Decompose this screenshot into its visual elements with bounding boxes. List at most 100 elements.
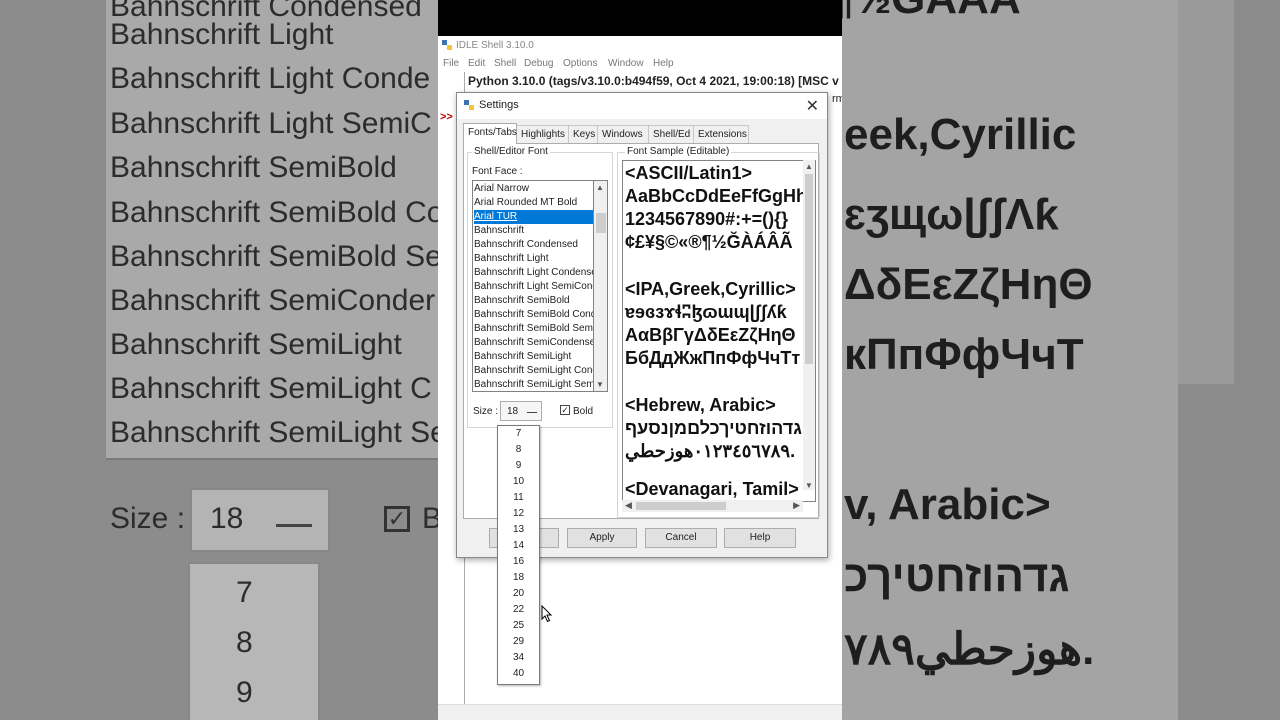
size-dropdown-menu: 7 8 9 10 11 12 13 14 16 18 20 22 25 29 3… <box>497 425 540 685</box>
bg-font-line: Bahnschrift SemiBold Co <box>110 196 438 229</box>
menu-file[interactable]: File <box>443 58 459 69</box>
font-list-scrollbar[interactable]: ▲ ▼ <box>594 180 608 392</box>
sample-vertical-scrollbar[interactable]: ▲ ▼ <box>803 160 815 490</box>
font-list-item[interactable]: Bahnschrift Light SemiCondensed <box>474 280 593 294</box>
scrollbar-thumb[interactable] <box>636 502 726 510</box>
font-list-item[interactable]: Bahnschrift SemiBold Condensed <box>474 308 593 322</box>
size-option[interactable]: 10 <box>498 474 539 490</box>
bg-font-line: Bahnschrift Light <box>110 18 334 51</box>
scrollbar-thumb[interactable] <box>805 174 813 364</box>
size-option[interactable]: 11 <box>498 490 539 506</box>
font-list-item[interactable]: Bahnschrift SemiLight Condensed <box>474 364 593 378</box>
font-list-item[interactable]: Arial Rounded MT Bold <box>474 196 593 210</box>
font-list-item[interactable]: Bahnschrift SemiCondensed <box>474 336 593 350</box>
size-option[interactable]: 7 <box>498 426 539 442</box>
sample-line: ¢£¥§©«®¶½ĞÀÁÂÃ <box>625 232 793 252</box>
tab-windows[interactable]: Windows <box>597 125 649 143</box>
feather-icon <box>464 100 474 110</box>
scroll-down-icon[interactable]: ▼ <box>596 380 604 389</box>
shell-status-bar <box>438 704 842 720</box>
font-list-item[interactable]: Bahnschrift SemiBold <box>474 294 593 308</box>
help-button[interactable]: Help <box>724 528 796 548</box>
tab-shell-ed[interactable]: Shell/Ed <box>648 125 694 143</box>
cancel-button[interactable]: Cancel <box>645 528 717 548</box>
size-option[interactable]: 29 <box>498 634 539 650</box>
bg-checkbox-icon: ✓ <box>384 506 410 532</box>
size-option[interactable]: 18 <box>498 570 539 586</box>
menu-options[interactable]: Options <box>563 58 597 69</box>
bg-font-line: Bahnschrift SemiBold Se <box>110 240 438 273</box>
sample-line: ٠١٢٣٤٥٦٧٨٩هوزحطي. <box>625 441 796 461</box>
size-option[interactable]: 25 <box>498 618 539 634</box>
scroll-up-icon[interactable]: ▲ <box>805 162 813 171</box>
bg-sample-line: هوزحطي٧٨٩. <box>844 625 1095 674</box>
size-option[interactable]: 14 <box>498 538 539 554</box>
background-zoom-right: ¶½ĞÀÁÂ eek,Cyrillic ɛʒщωɭʃʃɅƙ ΔδΕεΖζΗηΘ … <box>842 0 1280 720</box>
mouse-cursor-icon <box>541 605 553 623</box>
menu-window[interactable]: Window <box>608 58 644 69</box>
size-option[interactable]: 12 <box>498 506 539 522</box>
size-option[interactable]: 34 <box>498 650 539 666</box>
tab-highlights[interactable]: Highlights <box>516 125 569 143</box>
top-black-bar <box>438 0 842 36</box>
menu-edit[interactable]: Edit <box>468 58 485 69</box>
font-list-item[interactable]: Bahnschrift Light <box>474 252 593 266</box>
bg-dropdown <box>188 562 320 720</box>
size-option[interactable]: 9 <box>498 458 539 474</box>
font-list-item[interactable]: Bahnschrift SemiLight SemiCondensed <box>474 378 593 391</box>
bg-font-line: Bahnschrift SemiLight <box>110 328 402 361</box>
bg-size-indicator <box>276 518 312 527</box>
bg-sample-line: גדהוזחטיךכ <box>844 552 1070 601</box>
font-list-item[interactable]: Bahnschrift <box>474 224 593 238</box>
menu-shell[interactable]: Shell <box>494 58 516 69</box>
size-option[interactable]: 16 <box>498 554 539 570</box>
font-sample-text[interactable]: <ASCII/Latin1> AaBbCcDdEeFfGgHh 12345678… <box>622 160 816 502</box>
font-list-item[interactable]: Arial Narrow <box>474 182 593 196</box>
size-option[interactable]: 8 <box>498 442 539 458</box>
sample-line: <Devanagari, Tamil> <box>625 479 799 499</box>
font-list-item-selected[interactable]: Arial TUR <box>474 210 593 224</box>
menu-help[interactable]: Help <box>653 58 674 69</box>
apply-button[interactable]: Apply <box>567 528 637 548</box>
bg-sample-line: v, Arabic> <box>844 480 1051 529</box>
sample-line: <IPA,Greek,Cyrillic> <box>625 279 796 299</box>
sample-horizontal-scrollbar[interactable]: ◀ ▶ <box>622 500 803 512</box>
idle-menubar: File Edit Shell Debug Options Window Hel… <box>438 56 842 72</box>
size-option[interactable]: 20 <box>498 586 539 602</box>
bg-font-line: Bahnschrift SemiConder <box>110 284 436 317</box>
shell-prompt: >> <box>440 111 453 123</box>
font-list-item[interactable]: Bahnschrift SemiLight <box>474 350 593 364</box>
size-option[interactable]: 40 <box>498 666 539 682</box>
font-sample-frame-label: Font Sample (Editable) <box>625 146 732 157</box>
bg-font-line: Bahnschrift Light Conde <box>110 62 431 95</box>
font-list-item[interactable]: Bahnschrift Condensed <box>474 238 593 252</box>
scroll-up-icon[interactable]: ▲ <box>596 183 604 192</box>
menu-debug[interactable]: Debug <box>524 58 553 69</box>
shell-text-fragment: rma <box>832 93 842 105</box>
bold-checkbox[interactable]: ✓ <box>560 405 570 415</box>
bg-sample-line: кПпФфЧчТ <box>844 330 1084 379</box>
idle-title-bar: IDLE Shell 3.10.0 <box>438 36 842 56</box>
bg-font-line: Bahnschrift Light SemiC <box>110 107 432 140</box>
sample-line: БбДдЖжПпФфЧчТт <box>625 348 801 368</box>
close-icon[interactable]: ✕ <box>806 96 819 116</box>
bg-font-line: Bahnschrift SemiLight Se <box>110 416 438 449</box>
tab-keys[interactable]: Keys <box>568 125 598 143</box>
bg-drop-item: 9 <box>236 676 253 709</box>
font-list-item[interactable]: Bahnschrift SemiBold SemiCondensed <box>474 322 593 336</box>
bg-sample-line: eek,Cyrillic <box>844 110 1077 159</box>
scrollbar-thumb[interactable] <box>596 213 606 233</box>
scroll-left-icon[interactable]: ◀ <box>625 500 632 511</box>
font-listbox[interactable]: Arial Narrow Arial Rounded MT Bold Arial… <box>472 180 594 392</box>
size-option[interactable]: 13 <box>498 522 539 538</box>
bg-scrollbar <box>1178 0 1234 384</box>
sample-line: 1234567890#:+=(){} <box>625 209 789 229</box>
font-list-item[interactable]: Bahnschrift Light Condensed <box>474 266 593 280</box>
settings-title-bar[interactable]: Settings ✕ <box>457 93 827 119</box>
scroll-right-icon[interactable]: ▶ <box>793 500 800 511</box>
tab-fonts-tabs[interactable]: Fonts/Tabs <box>463 123 517 144</box>
tab-extensions[interactable]: Extensions <box>693 125 749 143</box>
scroll-down-icon[interactable]: ▼ <box>805 481 813 490</box>
size-option[interactable]: 22 <box>498 602 539 618</box>
sample-line: AaBbCcDdEeFfGgHh <box>625 186 808 206</box>
